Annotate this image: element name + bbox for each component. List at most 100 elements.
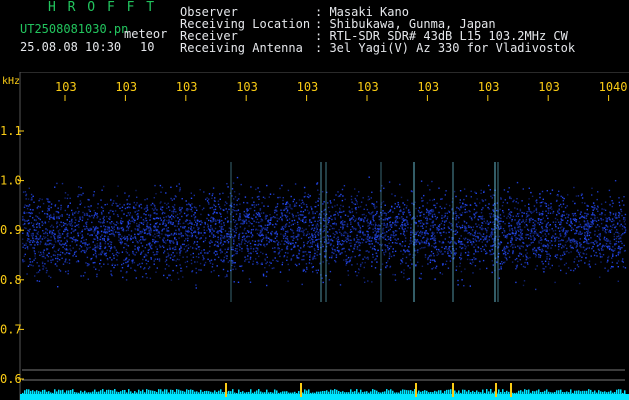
noise-pixel xyxy=(329,270,332,273)
noise-pixel xyxy=(170,279,173,281)
noise-pixel xyxy=(429,218,431,220)
noise-pixel xyxy=(226,257,228,260)
noise-pixel xyxy=(134,219,136,222)
noise-pixel xyxy=(613,235,615,238)
noise-pixel xyxy=(444,212,446,215)
noise-pixel xyxy=(558,212,560,215)
noise-pixel xyxy=(154,205,156,207)
noise-pixel xyxy=(151,202,154,205)
noise-pixel xyxy=(562,254,564,256)
noise-pixel xyxy=(74,251,76,254)
noise-pixel xyxy=(74,212,76,214)
noise-pixel xyxy=(570,229,573,232)
noise-pixel xyxy=(121,267,124,269)
noise-pixel xyxy=(191,229,193,231)
noise-pixel xyxy=(542,198,544,200)
noise-pixel xyxy=(241,241,243,243)
noise-pixel xyxy=(156,267,158,269)
noise-pixel xyxy=(228,233,230,235)
noise-pixel xyxy=(335,211,337,213)
noise-pixel xyxy=(466,230,468,232)
noise-pixel xyxy=(529,232,532,235)
noise-pixel xyxy=(251,223,253,225)
noise-pixel xyxy=(191,210,193,212)
noise-pixel xyxy=(163,252,165,254)
noise-pixel xyxy=(39,226,41,229)
noise-pixel xyxy=(344,198,346,201)
noise-pixel xyxy=(611,261,614,264)
noise-pixel xyxy=(534,249,536,252)
noise-pixel xyxy=(155,228,157,231)
noise-pixel xyxy=(243,235,245,237)
noise-pixel xyxy=(479,233,481,235)
noise-pixel xyxy=(267,237,269,239)
noise-pixel xyxy=(216,265,218,267)
noise-pixel xyxy=(308,251,310,253)
noise-pixel xyxy=(406,220,408,222)
noise-pixel xyxy=(521,215,523,217)
noise-pixel xyxy=(448,211,451,213)
noise-pixel xyxy=(584,212,586,214)
noise-pixel xyxy=(473,246,475,248)
noise-pixel xyxy=(330,225,332,227)
noise-pixel xyxy=(68,216,70,219)
noise-pixel xyxy=(554,239,557,241)
noise-pixel xyxy=(559,243,562,246)
noise-pixel xyxy=(32,247,34,249)
noise-pixel xyxy=(315,206,317,208)
noise-pixel xyxy=(355,212,358,214)
noise-pixel xyxy=(271,230,273,233)
noise-pixel xyxy=(465,222,468,224)
noise-pixel xyxy=(101,250,103,252)
noise-pixel xyxy=(311,243,314,245)
noise-pixel xyxy=(194,235,197,237)
noise-pixel xyxy=(46,216,48,218)
noise-pixel xyxy=(327,206,330,209)
noise-pixel xyxy=(402,233,405,235)
noise-pixel xyxy=(365,257,367,259)
noise-pixel xyxy=(227,235,230,238)
noise-pixel xyxy=(30,222,33,224)
noise-pixel xyxy=(441,242,443,244)
noise-pixel xyxy=(386,223,388,225)
noise-pixel xyxy=(425,222,428,224)
noise-pixel xyxy=(385,251,387,253)
noise-pixel xyxy=(279,216,282,218)
noise-pixel xyxy=(296,238,299,240)
noise-pixel xyxy=(468,232,470,234)
noise-pixel xyxy=(266,256,268,258)
noise-pixel xyxy=(118,231,120,234)
noise-pixel xyxy=(483,218,485,220)
noise-pixel xyxy=(212,217,214,219)
noise-pixel xyxy=(132,218,135,220)
noise-pixel xyxy=(104,242,106,245)
noise-pixel xyxy=(61,225,63,228)
noise-pixel xyxy=(510,215,512,217)
noise-pixel xyxy=(339,253,341,255)
noise-pixel xyxy=(207,213,210,216)
noise-pixel xyxy=(162,211,164,214)
noise-pixel xyxy=(585,257,587,259)
noise-pixel xyxy=(283,225,285,227)
noise-pixel xyxy=(420,239,422,242)
noise-pixel xyxy=(127,212,129,214)
noise-pixel xyxy=(68,262,71,264)
noise-pixel xyxy=(430,225,432,227)
noise-pixel xyxy=(295,242,297,244)
noise-pixel xyxy=(539,196,541,199)
noise-pixel xyxy=(390,224,393,226)
noise-pixel xyxy=(194,261,196,263)
noise-pixel xyxy=(261,229,263,231)
noise-pixel xyxy=(527,215,530,217)
noise-pixel xyxy=(98,244,101,246)
noise-pixel xyxy=(130,267,132,269)
noise-pixel xyxy=(528,221,531,223)
noise-pixel xyxy=(253,206,256,208)
noise-pixel xyxy=(578,221,580,223)
noise-pixel xyxy=(404,228,406,230)
noise-pixel xyxy=(517,221,520,223)
noise-pixel xyxy=(317,269,319,271)
noise-pixel xyxy=(525,254,527,256)
noise-pixel xyxy=(80,275,82,277)
noise-pixel xyxy=(282,203,284,205)
